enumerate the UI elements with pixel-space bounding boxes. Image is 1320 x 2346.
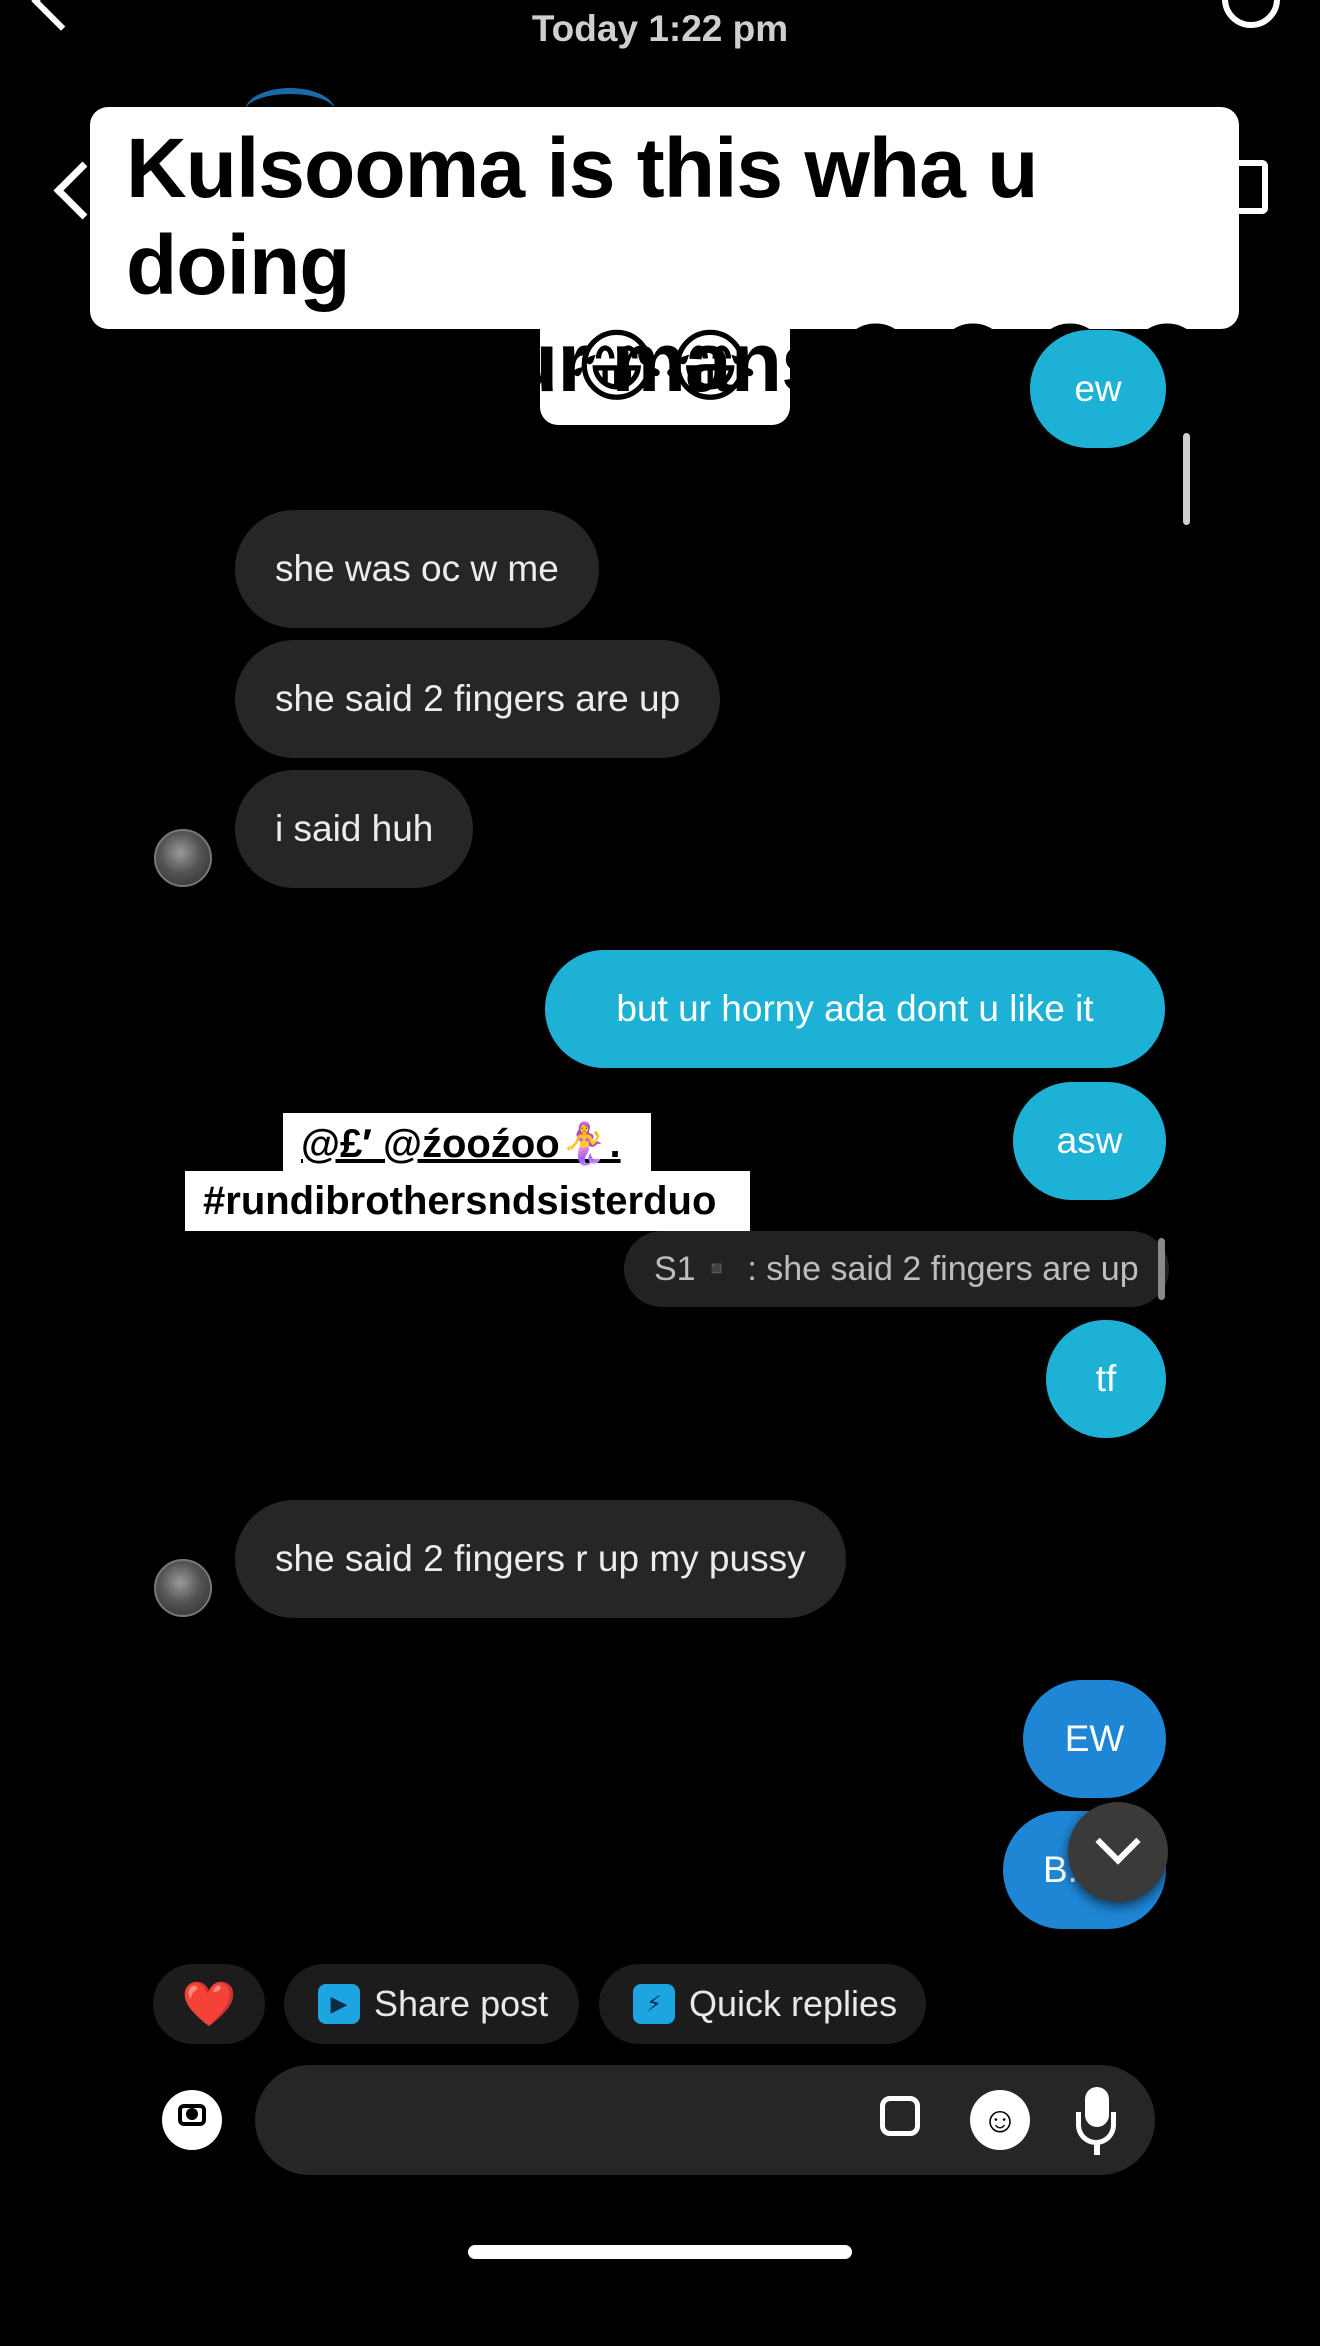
heart-icon: ❤️ xyxy=(181,1980,237,2029)
message-incoming[interactable]: i said huh xyxy=(235,770,474,888)
message-outgoing[interactable]: but ur horny ada dont u like it xyxy=(545,950,1165,1068)
message-incoming[interactable]: she said 2 fingers are up xyxy=(235,640,721,758)
lightning-icon: ⚡ xyxy=(633,1984,675,2024)
message-incoming[interactable]: she said 2 fingers r up my pussy xyxy=(235,1500,846,1618)
home-indicator xyxy=(468,2245,852,2259)
reply-preview[interactable]: S1▪️ : she said 2 fingers are up xyxy=(624,1231,1169,1307)
share-post-label: Share post xyxy=(374,1983,549,2024)
message-outgoing[interactable]: ew xyxy=(1030,330,1166,448)
quick-replies-button[interactable]: ⚡ Quick replies xyxy=(599,1964,926,2044)
sticker-face: ☺ xyxy=(981,2099,1019,2140)
message-incoming[interactable]: she was oc w me xyxy=(235,510,599,628)
caption-line-3: 😂😂 xyxy=(570,322,757,411)
share-post-button[interactable]: ▶ Share post xyxy=(284,1964,579,2044)
microphone-stem xyxy=(1094,2143,1100,2155)
camera-lens xyxy=(186,2108,198,2120)
hashtag-tag[interactable]: #rundibrothersndsisterduo xyxy=(185,1171,751,1231)
message-outgoing[interactable]: asw xyxy=(1013,1082,1166,1200)
contact-avatar[interactable] xyxy=(154,1559,212,1617)
play-icon: ▶ xyxy=(318,1984,360,2024)
contact-avatar[interactable] xyxy=(154,829,212,887)
message-outgoing[interactable]: tf xyxy=(1046,1320,1166,1438)
gallery-icon[interactable] xyxy=(880,2096,920,2136)
mention-tags[interactable]: @£′ @źooźoo🧜‍♀️. xyxy=(283,1113,651,1173)
quick-replies-label: Quick replies xyxy=(689,1983,898,2024)
heart-reaction-button[interactable]: ❤️ xyxy=(153,1964,265,2044)
message-timestamp: Today 1:22 pm xyxy=(531,8,789,49)
caption-line-1: Kulsooma is this wha u doing xyxy=(126,121,1038,312)
message-outgoing[interactable]: EW xyxy=(1023,1680,1166,1798)
scroll-indicator xyxy=(1183,433,1190,525)
reply-indicator-bar xyxy=(1158,1238,1165,1300)
